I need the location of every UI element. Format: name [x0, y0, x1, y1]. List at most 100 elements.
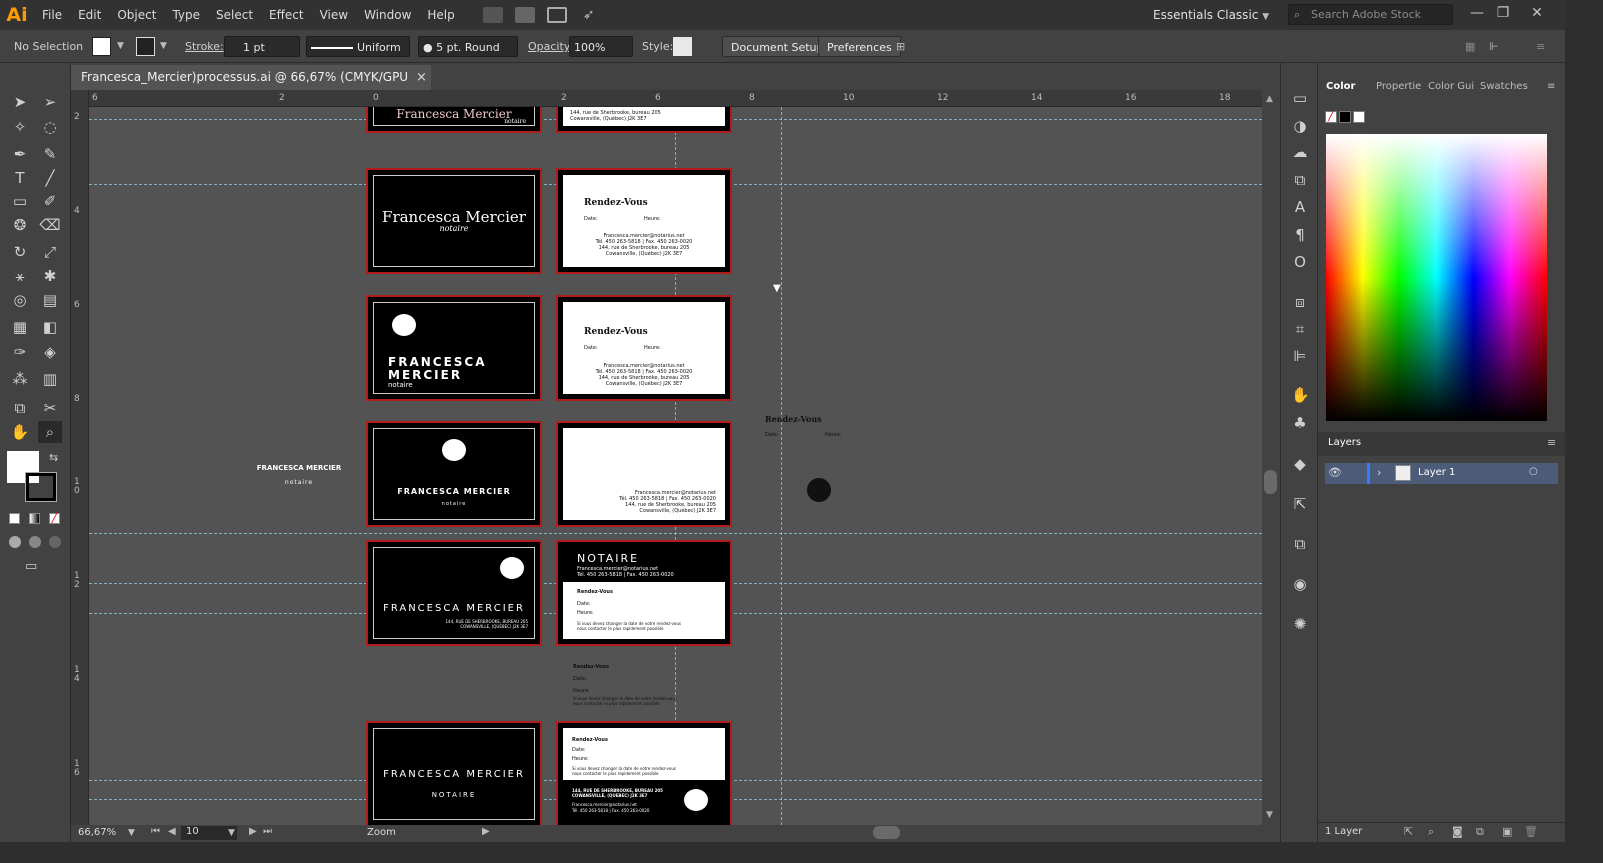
mesh-tool-icon[interactable]: ▦ [8, 316, 32, 338]
close-tab-icon[interactable]: × [416, 65, 427, 90]
perspective-grid-tool-icon[interactable]: ▤ [38, 289, 62, 311]
shaper-tool-icon[interactable]: ❂ [8, 214, 32, 236]
brushes-panel-icon[interactable]: ✋ [1291, 386, 1310, 404]
first-artboard-icon[interactable]: ⏮ [151, 826, 160, 837]
visibility-eye-icon[interactable]: 👁 [1328, 466, 1342, 479]
arrange-icon[interactable]: ⊞ [896, 36, 905, 57]
export-icon[interactable]: ⇱ [1404, 825, 1413, 838]
target-icon[interactable]: ○ [1529, 466, 1538, 477]
column-graph-tool-icon[interactable]: ▥ [38, 368, 62, 390]
puppet-warp-tool-icon[interactable]: ✱ [38, 265, 62, 287]
floating-name-text[interactable]: FRANCESCA MERCIER [244, 464, 354, 472]
document-setup-button[interactable]: Document Setup [722, 36, 833, 57]
direct-selection-tool-icon[interactable]: ➢ [38, 91, 62, 113]
rotate-tool-icon[interactable]: ↻ [8, 241, 32, 263]
scroll-down-icon[interactable]: ▼ [1266, 810, 1273, 820]
business-card-back[interactable]: Rendez-Vous Date: Heure: Francesca.merci… [556, 168, 732, 274]
lasso-tool-icon[interactable]: ◌ [38, 116, 62, 138]
draw-inside-icon[interactable] [49, 536, 61, 548]
magic-wand-tool-icon[interactable]: ✧ [8, 116, 32, 138]
tab-swatches[interactable]: Swatches [1480, 81, 1528, 92]
appointment-card[interactable]: Rendez-Vous Date: Heure: Si vous devez c… [556, 721, 732, 825]
stock-search-input[interactable]: ⌕ Search Adobe Stock [1288, 4, 1453, 25]
eraser-tool-icon[interactable]: ⌫ [38, 214, 62, 236]
none-swatch[interactable]: ╱ [1325, 111, 1337, 123]
stroke-profile-select[interactable]: Uniform [306, 36, 410, 57]
menu-object[interactable]: Object [109, 0, 164, 30]
vertical-scroll-thumb[interactable] [1264, 470, 1277, 494]
stroke-swatch[interactable] [136, 37, 155, 56]
scales-logo-icon[interactable] [807, 478, 831, 502]
opacity-label[interactable]: Opacity: [528, 36, 573, 57]
line-tool-icon[interactable]: ╱ [38, 167, 62, 189]
blend-tool-icon[interactable]: ◈ [38, 341, 62, 363]
tab-properties[interactable]: Propertie [1376, 81, 1421, 92]
business-card-back[interactable]: 144, rue de Sherbrooke, bureau 205 Cowan… [556, 107, 732, 133]
layer-row[interactable]: 👁 › Layer 1 ○ [1325, 463, 1558, 484]
zoom-tool-icon[interactable]: ⌕ [38, 421, 62, 443]
horizontal-ruler[interactable]: 6 2 0 2 6 8 10 12 14 16 18 [89, 90, 1262, 107]
pen-tool-icon[interactable]: ✒ [8, 143, 32, 165]
color-mode-icon[interactable] [9, 513, 20, 524]
menu-window[interactable]: Window [356, 0, 419, 30]
menu-effect[interactable]: Effect [261, 0, 312, 30]
horizontal-scroll-thumb[interactable] [873, 826, 900, 839]
business-card-front[interactable]: Francesca Mercier notaire [366, 168, 542, 274]
eyedropper-tool-icon[interactable]: ✑ [8, 341, 32, 363]
business-card-back[interactable]: Francesca.mercier@notarius.net Tél. 450 … [556, 421, 732, 527]
paintbrush-tool-icon[interactable]: ✐ [38, 190, 62, 212]
floating-date-label[interactable]: Date: [765, 432, 779, 438]
scale-tool-icon[interactable]: ⤢ [38, 241, 62, 263]
align-panel-icon[interactable]: ⊫ [1291, 347, 1309, 365]
stroke-weight-field[interactable]: 1 pt [224, 36, 300, 57]
black-swatch[interactable] [1339, 111, 1351, 123]
white-swatch[interactable] [1353, 111, 1365, 123]
panel-menu-icon[interactable]: ≡ [1547, 81, 1555, 92]
artboard-tool-icon[interactable]: ⧉ [8, 397, 32, 419]
transform-icon[interactable]: ⊩ [1489, 36, 1499, 57]
opacity-field[interactable]: 100% [569, 36, 633, 57]
type-tool-icon[interactable]: T [8, 167, 32, 189]
locate-object-icon[interactable]: ⌕ [1428, 825, 1434, 839]
arrange-documents-icon[interactable] [546, 7, 567, 23]
transform-panel-icon[interactable]: ⌗ [1291, 320, 1309, 338]
preferences-button[interactable]: Preferences [818, 36, 901, 57]
stroke-label[interactable]: Stroke: [185, 36, 224, 57]
stroke-color-box[interactable] [25, 472, 57, 502]
scroll-up-icon[interactable]: ▲ [1266, 94, 1273, 104]
bridge-icon[interactable] [482, 7, 503, 23]
appearance-panel-icon[interactable]: ◑ [1291, 117, 1309, 135]
graphic-styles-panel-icon[interactable]: ◆ [1291, 455, 1309, 473]
panel-menu-icon[interactable]: ≡ [1536, 36, 1545, 57]
layers-title[interactable]: Layers [1328, 437, 1361, 448]
shape-builder-tool-icon[interactable]: ◎ [8, 289, 32, 311]
appointment-card[interactable]: NOTAIRE Francesca.mercier@notarius.net T… [556, 540, 732, 646]
screen-mode-icon[interactable]: ▭ [25, 559, 37, 574]
menu-select[interactable]: Select [208, 0, 261, 30]
business-card-front[interactable]: FRANCESCA MERCIER NOTAIRE [366, 721, 542, 825]
pathfinder-panel-icon[interactable]: ⧈ [1291, 293, 1309, 311]
floating-title-text[interactable]: Rendez-Vous [765, 414, 822, 424]
business-card-front[interactable]: FRANCESCA MERCIER notaire [366, 295, 542, 401]
opentype-panel-icon[interactable]: O [1291, 253, 1309, 271]
floating-subtitle-text[interactable]: notaire [244, 479, 354, 486]
zoom-level[interactable]: 66,67% [78, 827, 116, 838]
hand-tool-icon[interactable]: ✋ [8, 421, 32, 443]
fill-swatch[interactable] [92, 37, 111, 56]
libraries-panel-icon[interactable]: ☁ [1291, 143, 1309, 161]
artboard-canvas[interactable]: Francesca Mercier notaire Francesca Merc… [89, 107, 1262, 825]
minimize-icon[interactable]: — [1466, 4, 1488, 22]
navigator-panel-icon[interactable]: ◉ [1291, 575, 1309, 593]
next-artboard-icon[interactable]: ▶ [249, 826, 257, 837]
rectangle-tool-icon[interactable]: ▭ [8, 190, 32, 212]
artboards-panel-icon[interactable]: ⧉ [1291, 535, 1309, 553]
chevron-down-icon[interactable]: ▼ [128, 828, 135, 838]
business-card-front[interactable]: FRANCESCA MERCIER notaire [366, 421, 542, 527]
loose-appointment-text[interactable]: Rendez-Vous Date: Heure: Si vous devez c… [573, 664, 683, 706]
symbol-sprayer-tool-icon[interactable]: ⁂ [8, 368, 32, 390]
new-sublayer-icon[interactable]: ⧉ [1476, 825, 1484, 839]
last-artboard-icon[interactable]: ⏭ [263, 826, 272, 837]
menu-file[interactable]: File [34, 0, 70, 30]
status-menu-icon[interactable]: ▶ [482, 826, 490, 837]
export-panel-icon[interactable]: ⇱ [1291, 495, 1309, 513]
